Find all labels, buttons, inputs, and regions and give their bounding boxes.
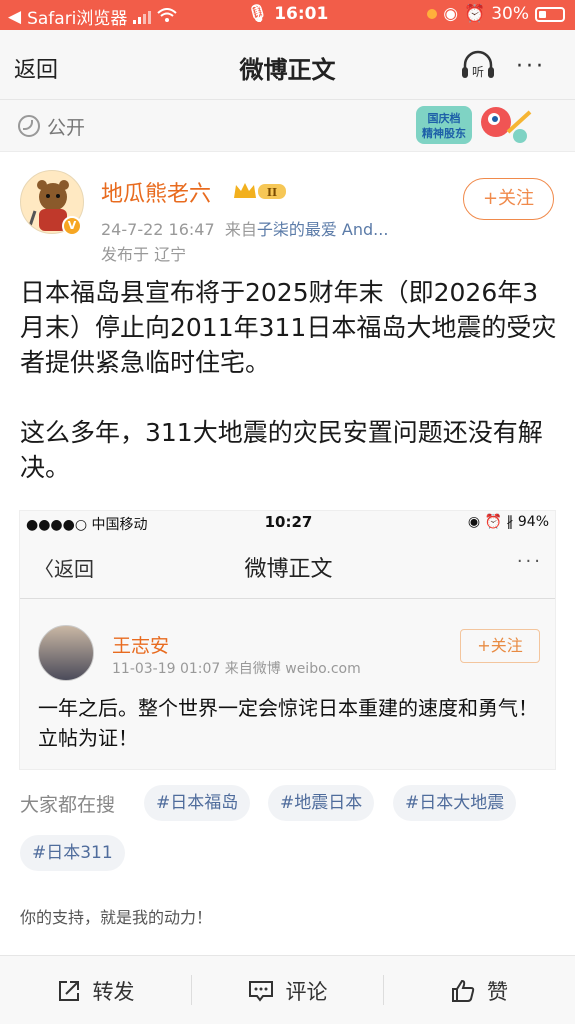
- battery-percent: 30%: [491, 4, 529, 24]
- search-tag[interactable]: #日本311: [20, 835, 125, 871]
- repost-button[interactable]: 转发: [0, 956, 191, 1024]
- search-tag[interactable]: #日本福岛: [144, 785, 251, 821]
- battery-icon: [535, 6, 565, 22]
- embedded-nav-bar: 〈返回 微博正文 ···: [20, 539, 555, 599]
- embedded-author-meta: 11-03-19 01:07 来自微博 weibo.com: [112, 661, 361, 677]
- banner-text-2: 精神股东: [422, 126, 466, 140]
- listen-button[interactable]: 听: [459, 48, 497, 82]
- embedded-status-bar: ●●●●○ 中国移动 10:27 ◉ ⏰ ∦ 94%: [26, 513, 549, 533]
- share-icon: [58, 980, 79, 1001]
- verified-badge: V: [62, 216, 82, 236]
- embedded-screenshot[interactable]: ●●●●○ 中国移动 10:27 ◉ ⏰ ∦ 94% 〈返回 微博正文 ··· …: [19, 510, 556, 770]
- recording-dot-icon: [427, 9, 438, 19]
- trending-search-label: 大家都在搜: [20, 794, 116, 816]
- post-paragraph: 日本福岛县宣布将于2025财年末（即2026年3月末）停止向2011年311日本…: [20, 278, 557, 377]
- svg-text:II: II: [267, 186, 277, 199]
- repost-label: 转发: [92, 979, 135, 1004]
- post-location: 发布于 辽宁: [101, 245, 187, 264]
- embedded-avatar: [38, 625, 94, 681]
- alarm-icon: ⏰: [464, 4, 486, 24]
- mic-icon: 🎙: [246, 4, 269, 24]
- globe-icon: [18, 115, 40, 137]
- support-text: 你的支持，就是我的动力！: [20, 908, 213, 927]
- like-label: 赞: [487, 979, 508, 1004]
- embedded-post-text: 一年之后。整个世界一定会惊诧日本重建的速度和勇气！立帖为证！: [38, 696, 538, 750]
- post-meta: 24-7-22 16:47 来自子柒的最爱 And...: [101, 216, 388, 240]
- embedded-title: 微博正文: [244, 557, 333, 582]
- post-paragraph: 这么多年，311大地震的灾民安置问题还没有解决。: [20, 418, 543, 482]
- visibility-label: 公开: [47, 117, 86, 139]
- embedded-follow-label: +关注: [460, 629, 540, 663]
- post-body: 日本福岛县宣布将于2025财年末（即2026年3月末）停止向2011年311日本…: [20, 275, 560, 485]
- embedded-more-icon: ···: [516, 551, 543, 572]
- headphones-icon: 听: [462, 50, 494, 79]
- comment-icon: [248, 980, 273, 1002]
- search-tag[interactable]: #地震日本: [268, 785, 375, 821]
- follow-button[interactable]: +关注: [463, 178, 554, 220]
- source-prefix: 来自: [224, 220, 257, 239]
- status-bar: ◀ Safari浏览器 🎙 16:01 ◉ ⏰ 30%: [0, 0, 575, 30]
- nav-bar: 返回 微博正文 听 ···: [0, 30, 575, 100]
- promo-banner[interactable]: 国庆档 精神股东: [412, 100, 534, 152]
- more-button[interactable]: ···: [516, 54, 546, 79]
- lock-rotation-icon: ◉: [443, 4, 459, 24]
- bottom-action-bar: 转发 评论 赞: [0, 955, 575, 1024]
- svg-text:听: 听: [472, 65, 484, 79]
- thumbs-up-icon: [452, 979, 475, 1002]
- comment-label: 评论: [285, 979, 328, 1004]
- like-button[interactable]: 赞: [384, 956, 575, 1024]
- post-time: 24-7-22 16:47: [101, 220, 215, 239]
- author-name[interactable]: 地瓜熊老六: [101, 176, 211, 208]
- post-source[interactable]: 子柒的最爱 And...: [257, 220, 389, 239]
- vip-crown-icon: II: [232, 181, 288, 202]
- status-right: ◉ ⏰ 30%: [427, 4, 565, 24]
- embedded-author-name: 王志安: [112, 635, 170, 657]
- comment-button[interactable]: 评论: [192, 956, 383, 1024]
- search-tag[interactable]: #日本大地震: [393, 785, 517, 821]
- banner-text-1: 国庆档: [428, 111, 461, 125]
